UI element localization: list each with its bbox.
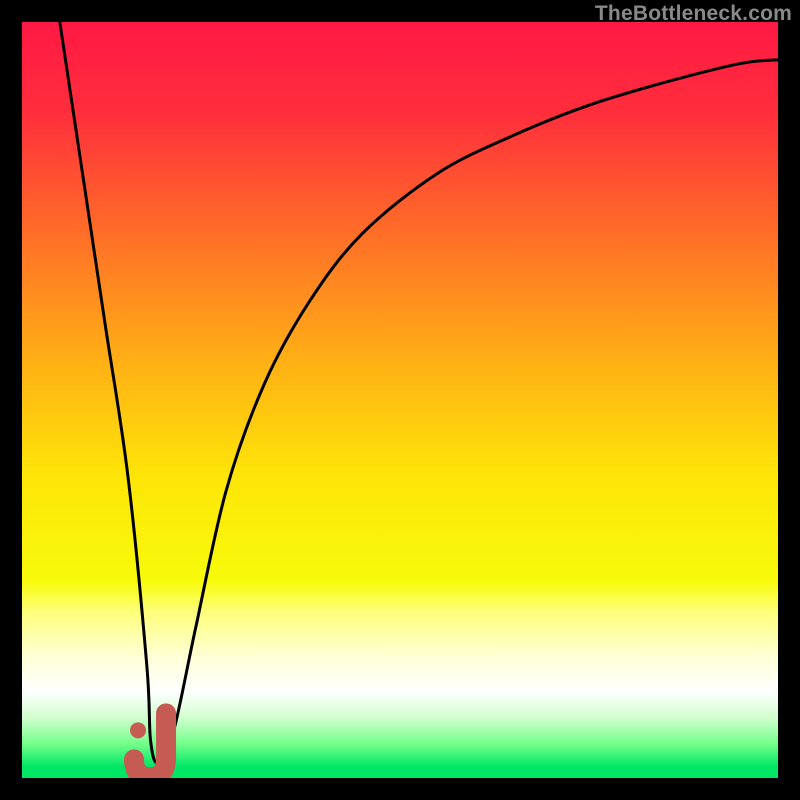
outer-frame: TheBottleneck.com (0, 0, 800, 800)
plot-area (22, 22, 778, 778)
marker-dot-icon (130, 722, 146, 738)
gradient-background (22, 22, 778, 778)
bottleneck-chart (22, 22, 778, 778)
watermark-text: TheBottleneck.com (595, 2, 792, 26)
